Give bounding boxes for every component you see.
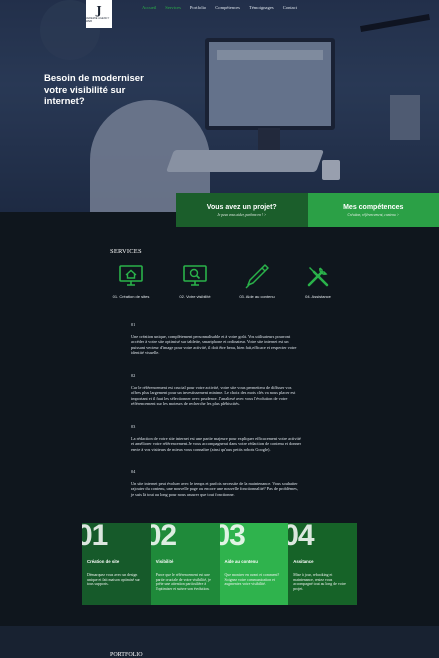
card-number: 03: [219, 523, 246, 552]
hero-title: Besoin de moderniser votre visibilité su…: [44, 73, 144, 107]
card-text: Démarquez vous avec un design unique et …: [87, 573, 140, 587]
hero-banner: J JEREMIE AGENCY WEB Accueil Services Po…: [0, 0, 439, 212]
nav-item-contact[interactable]: Contact: [283, 5, 297, 10]
service-item-assistance[interactable]: 04. Assistance: [283, 262, 353, 299]
services-heading: SERVICES: [110, 248, 142, 255]
card-title: Aide au contenu: [224, 559, 258, 564]
skills-cta-button[interactable]: Mes compétences Création, référencement,…: [307, 193, 439, 227]
nav-item-services[interactable]: Services: [165, 5, 181, 10]
cta-row: Vous avez un projet? Je peux vous aider,…: [176, 193, 439, 227]
service-label: 01. Création de sites: [112, 294, 150, 299]
pen-icon: [245, 264, 269, 289]
service-item-visibility[interactable]: 02. Votre visibilité: [160, 262, 230, 299]
feature-cards: 01 Création de site Démarquez vous avec …: [82, 523, 357, 605]
skills-cta-title: Mes compétences: [343, 203, 404, 211]
card-number: 04: [288, 523, 314, 552]
detail-number: 01: [131, 322, 136, 327]
service-label: 04. Assistance: [305, 294, 331, 299]
detail-text: Une création unique, complètement person…: [131, 334, 297, 356]
card-text: Parce que le référencement est une parti…: [155, 573, 211, 591]
feature-card[interactable]: 03 Aide au contenu Que montrer en avant …: [219, 523, 289, 605]
site-logo[interactable]: J JEREMIE AGENCY WEB: [86, 0, 112, 28]
nav-item-competences[interactable]: Compétences: [215, 5, 240, 10]
nav-item-temoignages[interactable]: Témoignages: [249, 5, 274, 10]
card-number: 02: [150, 523, 177, 552]
logo-subtitle: JEREMIE AGENCY WEB: [86, 17, 110, 23]
service-item-creation[interactable]: 01. Création de sites: [96, 262, 166, 299]
card-title: Assitance: [293, 559, 314, 564]
skills-cta-subtitle: Création, référencement, contenu >: [347, 212, 400, 217]
service-item-content[interactable]: 03. Aide au contenu: [222, 262, 292, 299]
card-title: Visibilité: [155, 559, 174, 564]
card-number: 01: [82, 523, 108, 552]
project-cta-title: Vous avez un projet?: [206, 203, 277, 211]
nav-item-portfolio[interactable]: Portfolio: [190, 5, 206, 10]
card-text: Mise à jour, rebooking et maintenance, r…: [293, 573, 346, 591]
nav-item-accueil[interactable]: Accueil: [142, 5, 156, 10]
feature-card[interactable]: 02 Visibilité Parce que le référencement…: [150, 523, 220, 605]
portfolio-section: [0, 626, 439, 658]
detail-number: 02: [131, 373, 136, 378]
feature-card[interactable]: 04 Assitance Mise à jour, rebooking et m…: [288, 523, 357, 605]
project-cta-subtitle: Je peux vous aider, parlons-en ! >: [217, 212, 267, 217]
detail-number: 04: [131, 469, 136, 474]
nav-menu: Accueil Services Portfolio Compétences T…: [142, 5, 297, 10]
monitor-home-icon: [119, 265, 143, 286]
card-text: Que montrer en avant et comment? Soignez…: [224, 573, 280, 587]
project-cta-button[interactable]: Vous avez un projet? Je peux vous aider,…: [176, 193, 308, 227]
feature-card[interactable]: 01 Création de site Démarquez vous avec …: [82, 523, 151, 605]
portfolio-heading: PORTFOLIO: [110, 652, 143, 658]
detail-text: Car le référencement est crucial pour vo…: [131, 385, 296, 407]
service-label: 03. Aide au contenu: [239, 294, 275, 299]
tools-icon: [307, 267, 329, 287]
card-title: Création de site: [87, 559, 120, 564]
detail-number: 03: [131, 424, 136, 429]
top-nav: J JEREMIE AGENCY WEB Accueil Services Po…: [0, 0, 439, 28]
monitor-search-icon: [183, 265, 207, 286]
logo-letter: J: [96, 4, 102, 17]
service-label: 02. Votre visibilité: [179, 294, 211, 299]
detail-text: Un site internet peut évoluer avec le te…: [131, 481, 298, 497]
detail-text: La rédaction de votre site internet est …: [131, 436, 302, 452]
